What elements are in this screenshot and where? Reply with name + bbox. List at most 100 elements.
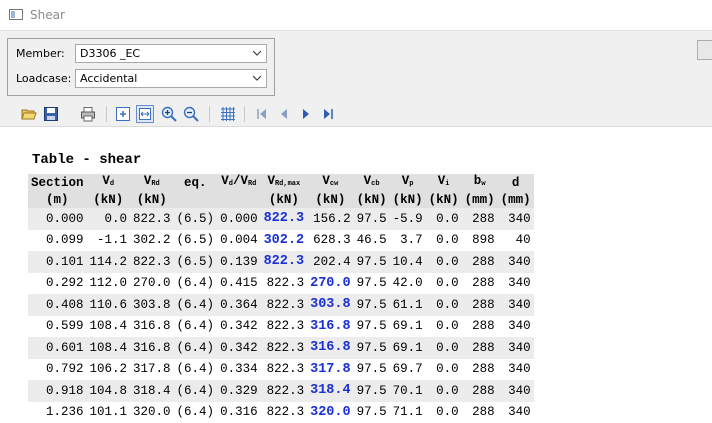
last-page-icon[interactable] (320, 106, 336, 122)
header-bw: bw (462, 174, 498, 192)
cell-vcw: 316.8 (307, 316, 354, 338)
unit-bw: (mm) (462, 192, 498, 208)
cell-ratio: 0.342 (217, 316, 261, 338)
cell-vcb: 97.5 (354, 208, 390, 230)
open-folder-icon[interactable] (21, 106, 37, 122)
cell-d: 340 (498, 251, 534, 273)
cell-ratio: 0.139 (217, 251, 261, 273)
table-row: 0.601108.4316.8(6.4)0.342822.3316.897.56… (28, 337, 534, 359)
cell-eq: (6.4) (174, 316, 218, 338)
cell-vcw: 317.8 (307, 359, 354, 381)
cell-vcw: 318.4 (307, 380, 354, 402)
unit-vi: (kN) (426, 192, 462, 208)
toolbar-separator (106, 106, 107, 122)
header-vcw: Vcw (307, 174, 354, 192)
cell-section: 0.792 (28, 359, 87, 381)
cell-vd: 101.1 (87, 402, 131, 423)
window-icon (9, 9, 23, 20)
cell-vi: 0.0 (426, 294, 462, 316)
zoom-fit-icon[interactable] (115, 106, 131, 122)
cell-d: 40 (498, 230, 534, 252)
header-vrd: VRd (130, 174, 174, 192)
toolbar (0, 102, 712, 127)
table-row: 0.099-1.1302.2(6.5)0.004302.2628.346.53.… (28, 230, 534, 252)
cell-vcb: 97.5 (354, 337, 390, 359)
cell-vcb: 97.5 (354, 273, 390, 295)
unit-vcw: (kN) (307, 192, 354, 208)
cell-vcw: 202.4 (307, 251, 354, 273)
cell-eq: (6.4) (174, 273, 218, 295)
cell-vrdmax: 822.3 (261, 359, 308, 381)
cell-vp: 3.7 (390, 230, 426, 252)
cell-vrd: 270.0 (130, 273, 174, 295)
table-title: Table - shear (32, 152, 141, 168)
chevron-down-icon (252, 72, 262, 84)
cell-vcw: 270.0 (307, 273, 354, 295)
cell-section: 0.000 (28, 208, 87, 230)
window-title: Shear (30, 8, 65, 22)
cell-d: 340 (498, 359, 534, 381)
cell-vrdmax: 822.3 (261, 294, 308, 316)
zoom-width-icon[interactable] (137, 106, 153, 122)
cell-vcw: 316.8 (307, 337, 354, 359)
cell-d: 340 (498, 208, 534, 230)
cell-vd: 108.4 (87, 337, 131, 359)
first-page-icon[interactable] (254, 106, 270, 122)
chevron-down-icon (252, 47, 262, 59)
cell-section: 0.599 (28, 316, 87, 338)
member-dropdown[interactable]: D3306 _EC (75, 44, 267, 63)
cell-bw: 288 (462, 316, 498, 338)
cell-section: 0.099 (28, 230, 87, 252)
cell-vcb: 46.5 (354, 230, 390, 252)
toolbar-separator (209, 106, 210, 122)
unit-vd: (kN) (87, 192, 131, 208)
cell-ratio: 0.415 (217, 273, 261, 295)
cell-eq: (6.5) (174, 251, 218, 273)
header-eq: eq. (174, 174, 218, 192)
table-body: 0.0000.0822.3(6.5)0.000822.3156.297.5-5.… (28, 208, 534, 423)
cell-vi: 0.0 (426, 316, 462, 338)
side-button[interactable] (697, 40, 712, 60)
cell-bw: 288 (462, 337, 498, 359)
cell-vrdmax: 822.3 (261, 251, 308, 273)
unit-section: (m) (28, 192, 87, 208)
cell-vd: 104.8 (87, 380, 131, 402)
header-vd: Vd (87, 174, 131, 192)
zoom-out-icon[interactable] (183, 106, 199, 122)
next-page-icon[interactable] (298, 106, 314, 122)
cell-vrd: 317.8 (130, 359, 174, 381)
shear-table: Section Vd VRd eq. Vd/VRd VRd,max Vcw Vc… (28, 174, 534, 423)
cell-d: 340 (498, 294, 534, 316)
cell-vd: -1.1 (87, 230, 131, 252)
loadcase-dropdown[interactable]: Accidental (75, 69, 267, 88)
previous-page-icon[interactable] (276, 106, 292, 122)
zoom-in-icon[interactable] (161, 106, 177, 122)
grid-icon[interactable] (220, 106, 236, 122)
loadcase-value: Accidental (80, 72, 137, 85)
report-view[interactable]: Table - shear Section Vd VRd eq. Vd/VRd … (0, 127, 712, 421)
cell-vd: 110.6 (87, 294, 131, 316)
cell-bw: 288 (462, 294, 498, 316)
cell-eq: (6.4) (174, 380, 218, 402)
cell-vcb: 97.5 (354, 294, 390, 316)
cell-vrdmax: 822.3 (261, 208, 308, 230)
cell-vi: 0.0 (426, 273, 462, 295)
cell-vcb: 97.5 (354, 251, 390, 273)
unit-eq (174, 192, 218, 208)
header-vrdmax: VRd,max (261, 174, 308, 192)
cell-vp: 69.1 (390, 316, 426, 338)
save-icon[interactable] (43, 106, 59, 122)
cell-vd: 106.2 (87, 359, 131, 381)
cell-vi: 0.0 (426, 337, 462, 359)
print-icon[interactable] (80, 106, 96, 122)
cell-d: 340 (498, 337, 534, 359)
unit-vp: (kN) (390, 192, 426, 208)
cell-vrd: 316.8 (130, 337, 174, 359)
cell-vp: 10.4 (390, 251, 426, 273)
cell-vrdmax: 822.3 (261, 380, 308, 402)
cell-vcb: 97.5 (354, 316, 390, 338)
header-d: d (498, 174, 534, 192)
cell-vi: 0.0 (426, 208, 462, 230)
cell-vcb: 97.5 (354, 359, 390, 381)
cell-ratio: 0.316 (217, 402, 261, 423)
